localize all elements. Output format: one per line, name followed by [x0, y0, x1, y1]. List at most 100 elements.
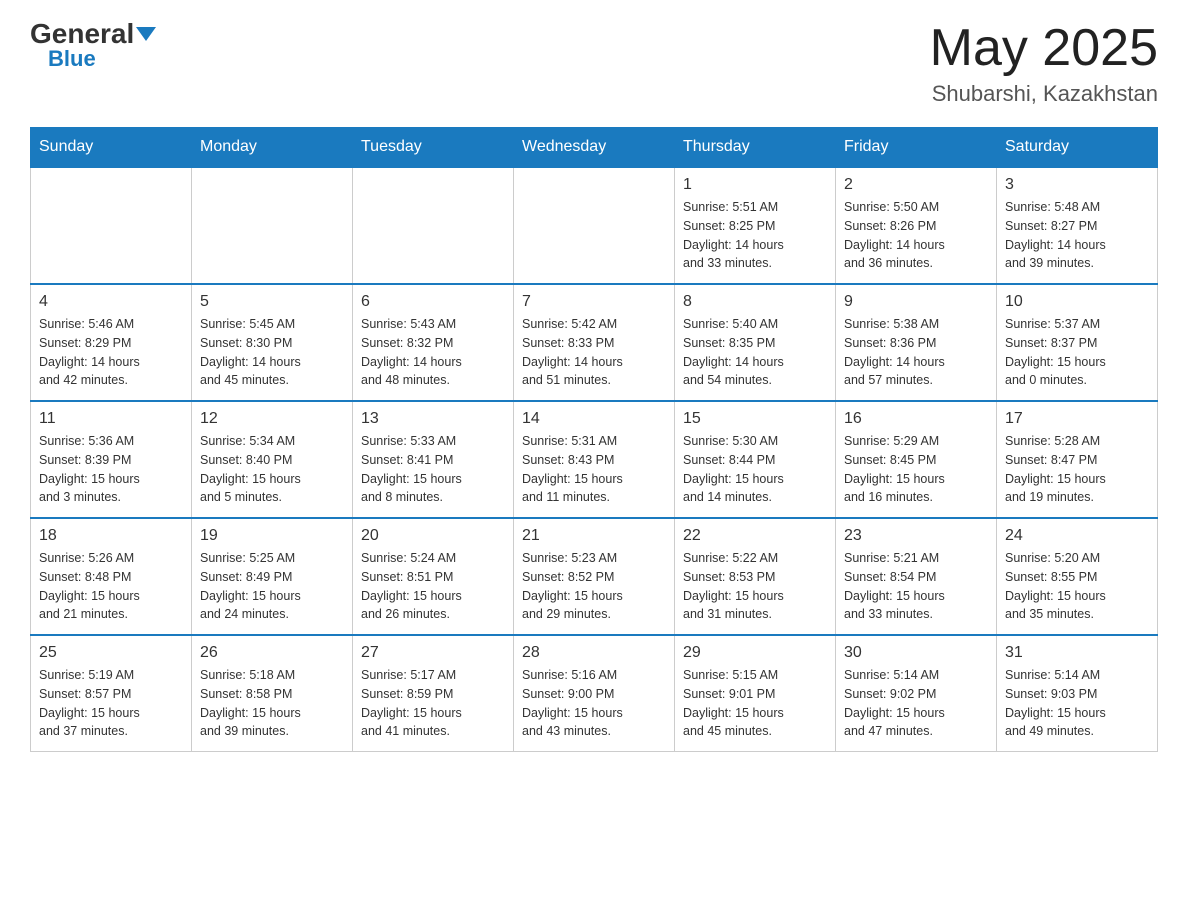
day-number: 2	[844, 176, 988, 194]
day-info: Sunrise: 5:31 AMSunset: 8:43 PMDaylight:…	[522, 432, 666, 507]
day-info: Sunrise: 5:26 AMSunset: 8:48 PMDaylight:…	[39, 549, 183, 624]
calendar-cell: 11Sunrise: 5:36 AMSunset: 8:39 PMDayligh…	[31, 401, 192, 518]
calendar-cell: 19 Sunrise: 5:25 AMSunset: 8:49 PMDayligh…	[192, 518, 353, 635]
calendar-cell: 4Sunrise: 5:46 AMSunset: 8:29 PMDaylight…	[31, 284, 192, 401]
day-number: 21	[522, 527, 666, 545]
week-row-2: 4Sunrise: 5:46 AMSunset: 8:29 PMDaylight…	[31, 284, 1158, 401]
calendar-cell: 12 Sunrise: 5:34 AMSunset: 8:40 PMDayligh…	[192, 401, 353, 518]
day-number: 10	[1005, 293, 1149, 311]
calendar-cell	[514, 167, 675, 284]
day-number: 6	[361, 293, 505, 311]
calendar-cell: 2Sunrise: 5:50 AMSunset: 8:26 PMDaylight…	[836, 167, 997, 284]
day-info: Sunrise: 5:18 AMSunset: 8:58 PMDaylight:…	[200, 666, 344, 741]
day-number: 22	[683, 527, 827, 545]
calendar-cell: 3 Sunrise: 5:48 AMSunset: 8:27 PMDaylight…	[997, 167, 1158, 284]
day-number: 29	[683, 644, 827, 662]
logo-bottom-line: Blue	[30, 48, 96, 71]
day-number: 1	[683, 176, 827, 194]
day-number: 28	[522, 644, 666, 662]
calendar-header-friday: Friday	[836, 128, 997, 168]
calendar-table: SundayMondayTuesdayWednesdayThursdayFrid…	[30, 127, 1158, 752]
calendar-header-thursday: Thursday	[675, 128, 836, 168]
day-number: 27	[361, 644, 505, 662]
day-info: Sunrise: 5:15 AMSunset: 9:01 PMDaylight:…	[683, 666, 827, 741]
calendar-cell: 13Sunrise: 5:33 AMSunset: 8:41 PMDayligh…	[353, 401, 514, 518]
title-area: May 2025 Shubarshi, Kazakhstan	[930, 20, 1158, 107]
day-number: 11	[39, 410, 183, 428]
day-info: Sunrise: 5:17 AMSunset: 8:59 PMDaylight:…	[361, 666, 505, 741]
day-info: Sunrise: 5:51 AMSunset: 8:25 PMDaylight:…	[683, 198, 827, 273]
day-info: Sunrise: 5:28 AMSunset: 8:47 PMDaylight:…	[1005, 432, 1149, 507]
calendar-cell: 7Sunrise: 5:42 AMSunset: 8:33 PMDaylight…	[514, 284, 675, 401]
day-info: Sunrise: 5:29 AMSunset: 8:45 PMDaylight:…	[844, 432, 988, 507]
calendar-cell: 21 Sunrise: 5:23 AMSunset: 8:52 PMDayligh…	[514, 518, 675, 635]
logo-blue-text: Blue	[48, 46, 96, 71]
calendar-header-wednesday: Wednesday	[514, 128, 675, 168]
calendar-cell: 10Sunrise: 5:37 AMSunset: 8:37 PMDayligh…	[997, 284, 1158, 401]
calendar-cell: 27 Sunrise: 5:17 AMSunset: 8:59 PMDayligh…	[353, 635, 514, 752]
day-info: Sunrise: 5:30 AMSunset: 8:44 PMDaylight:…	[683, 432, 827, 507]
day-number: 7	[522, 293, 666, 311]
calendar-cell: 17 Sunrise: 5:28 AMSunset: 8:47 PMDayligh…	[997, 401, 1158, 518]
day-number: 9	[844, 293, 988, 311]
day-info: Sunrise: 5:34 AMSunset: 8:40 PMDaylight:…	[200, 432, 344, 507]
day-info: Sunrise: 5:14 AMSunset: 9:03 PMDaylight:…	[1005, 666, 1149, 741]
day-number: 19	[200, 527, 344, 545]
week-row-5: 25 Sunrise: 5:19 AMSunset: 8:57 PMDayligh…	[31, 635, 1158, 752]
week-row-3: 11Sunrise: 5:36 AMSunset: 8:39 PMDayligh…	[31, 401, 1158, 518]
day-info: Sunrise: 5:33 AMSunset: 8:41 PMDaylight:…	[361, 432, 505, 507]
calendar-cell: 24 Sunrise: 5:20 AMSunset: 8:55 PMDayligh…	[997, 518, 1158, 635]
day-number: 24	[1005, 527, 1149, 545]
day-number: 23	[844, 527, 988, 545]
day-info: Sunrise: 5:23 AMSunset: 8:52 PMDaylight:…	[522, 549, 666, 624]
calendar-header-monday: Monday	[192, 128, 353, 168]
calendar-cell: 6Sunrise: 5:43 AMSunset: 8:32 PMDaylight…	[353, 284, 514, 401]
logo-top-line: General	[30, 20, 156, 48]
calendar-cell: 29 Sunrise: 5:15 AMSunset: 9:01 PMDayligh…	[675, 635, 836, 752]
calendar-cell	[192, 167, 353, 284]
day-info: Sunrise: 5:24 AMSunset: 8:51 PMDaylight:…	[361, 549, 505, 624]
day-info: Sunrise: 5:48 AMSunset: 8:27 PMDaylight:…	[1005, 198, 1149, 273]
week-row-1: 1 Sunrise: 5:51 AMSunset: 8:25 PMDaylight…	[31, 167, 1158, 284]
calendar-cell: 1 Sunrise: 5:51 AMSunset: 8:25 PMDaylight…	[675, 167, 836, 284]
calendar-cell: 15 Sunrise: 5:30 AMSunset: 8:44 PMDayligh…	[675, 401, 836, 518]
calendar-header-saturday: Saturday	[997, 128, 1158, 168]
calendar-header-tuesday: Tuesday	[353, 128, 514, 168]
day-info: Sunrise: 5:38 AMSunset: 8:36 PMDaylight:…	[844, 315, 988, 390]
day-info: Sunrise: 5:16 AMSunset: 9:00 PMDaylight:…	[522, 666, 666, 741]
calendar-cell: 22 Sunrise: 5:22 AMSunset: 8:53 PMDayligh…	[675, 518, 836, 635]
day-number: 12	[200, 410, 344, 428]
day-info: Sunrise: 5:14 AMSunset: 9:02 PMDaylight:…	[844, 666, 988, 741]
calendar-cell: 31 Sunrise: 5:14 AMSunset: 9:03 PMDayligh…	[997, 635, 1158, 752]
day-number: 8	[683, 293, 827, 311]
day-number: 3	[1005, 176, 1149, 194]
calendar-cell: 18 Sunrise: 5:26 AMSunset: 8:48 PMDayligh…	[31, 518, 192, 635]
calendar-cell	[353, 167, 514, 284]
calendar-cell: 20Sunrise: 5:24 AMSunset: 8:51 PMDayligh…	[353, 518, 514, 635]
day-number: 14	[522, 410, 666, 428]
day-info: Sunrise: 5:21 AMSunset: 8:54 PMDaylight:…	[844, 549, 988, 624]
day-info: Sunrise: 5:20 AMSunset: 8:55 PMDaylight:…	[1005, 549, 1149, 624]
day-number: 31	[1005, 644, 1149, 662]
day-number: 17	[1005, 410, 1149, 428]
logo-general-text: General	[30, 18, 156, 49]
day-number: 25	[39, 644, 183, 662]
day-info: Sunrise: 5:25 AMSunset: 8:49 PMDaylight:…	[200, 549, 344, 624]
day-info: Sunrise: 5:19 AMSunset: 8:57 PMDaylight:…	[39, 666, 183, 741]
day-number: 26	[200, 644, 344, 662]
location-subtitle: Shubarshi, Kazakhstan	[930, 81, 1158, 107]
day-number: 30	[844, 644, 988, 662]
page-header: General Blue May 2025 Shubarshi, Kazakhs…	[30, 20, 1158, 107]
day-number: 15	[683, 410, 827, 428]
day-number: 16	[844, 410, 988, 428]
calendar-cell: 14 Sunrise: 5:31 AMSunset: 8:43 PMDayligh…	[514, 401, 675, 518]
day-number: 18	[39, 527, 183, 545]
calendar-cell: 26 Sunrise: 5:18 AMSunset: 8:58 PMDayligh…	[192, 635, 353, 752]
calendar-cell: 25 Sunrise: 5:19 AMSunset: 8:57 PMDayligh…	[31, 635, 192, 752]
logo: General Blue	[30, 20, 156, 71]
calendar-cell: 16 Sunrise: 5:29 AMSunset: 8:45 PMDayligh…	[836, 401, 997, 518]
day-info: Sunrise: 5:40 AMSunset: 8:35 PMDaylight:…	[683, 315, 827, 390]
day-info: Sunrise: 5:45 AMSunset: 8:30 PMDaylight:…	[200, 315, 344, 390]
day-info: Sunrise: 5:22 AMSunset: 8:53 PMDaylight:…	[683, 549, 827, 624]
logo-triangle-icon	[136, 27, 156, 41]
